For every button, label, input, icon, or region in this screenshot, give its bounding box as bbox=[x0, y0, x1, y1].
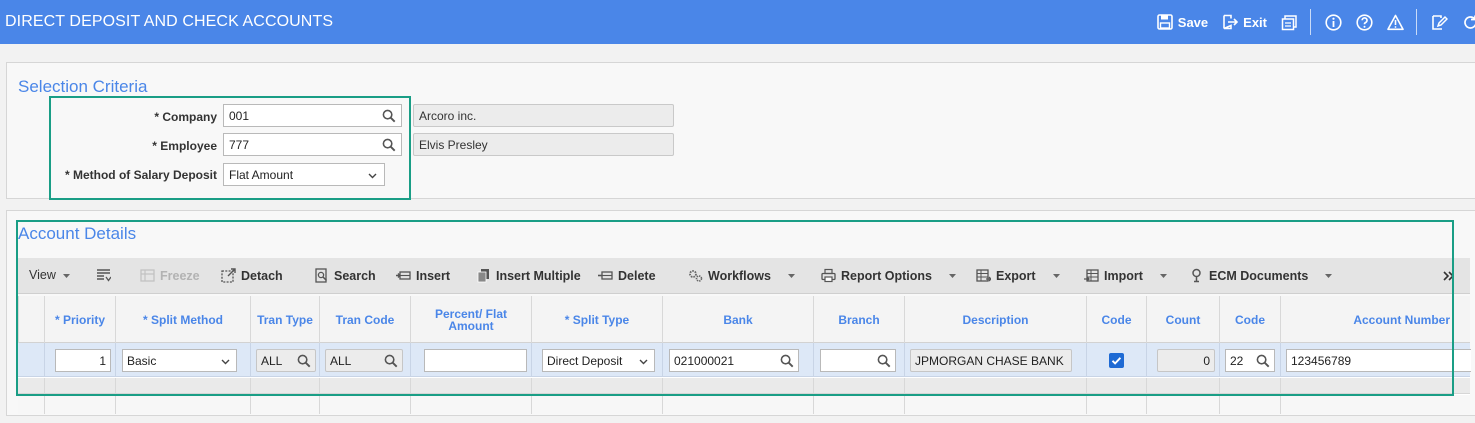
search-icon[interactable] bbox=[382, 109, 396, 123]
print-button[interactable] bbox=[1281, 14, 1298, 31]
company-input[interactable]: 001 bbox=[223, 104, 402, 127]
account-details-highlight-box bbox=[16, 220, 1454, 396]
grid-footer-row bbox=[18, 395, 1470, 414]
grid-divider bbox=[813, 395, 814, 414]
info-icon bbox=[1325, 13, 1342, 31]
question-icon bbox=[1356, 13, 1373, 31]
save-label: Save bbox=[1177, 14, 1209, 30]
grid-divider bbox=[662, 395, 663, 414]
print-preview-icon bbox=[1281, 14, 1297, 30]
employee-input[interactable]: 777 bbox=[223, 133, 402, 156]
warning-icon bbox=[1387, 14, 1404, 30]
save-button[interactable]: Save bbox=[1156, 14, 1209, 30]
grid-divider bbox=[1219, 395, 1220, 414]
company-name-field: Arcoro inc. bbox=[413, 104, 674, 127]
header-actions: Save Exit bbox=[1143, 0, 1475, 44]
method-value: Flat Amount bbox=[229, 168, 294, 182]
grid-divider bbox=[1280, 395, 1281, 414]
grid-divider bbox=[904, 395, 905, 414]
exit-label: Exit bbox=[1243, 14, 1267, 30]
header-divider bbox=[1310, 9, 1311, 35]
help-button[interactable] bbox=[1356, 13, 1373, 31]
floppy-disk-icon bbox=[1156, 14, 1173, 30]
header-divider-2 bbox=[1416, 9, 1417, 35]
method-label: * Method of Salary Deposit bbox=[64, 168, 217, 182]
page-title: DIRECT DEPOSIT AND CHECK ACCOUNTS bbox=[5, 13, 334, 30]
chevron-down-icon bbox=[368, 173, 377, 179]
grid-divider bbox=[319, 395, 320, 414]
company-value: 001 bbox=[229, 109, 250, 123]
grid-divider bbox=[531, 395, 532, 414]
refresh-button[interactable] bbox=[1462, 14, 1475, 31]
employee-label: * Employee bbox=[152, 139, 217, 153]
refresh-icon bbox=[1464, 15, 1475, 29]
grid-divider bbox=[410, 395, 411, 414]
notes-button[interactable] bbox=[1431, 14, 1448, 31]
grid-divider bbox=[44, 395, 45, 414]
exit-icon bbox=[1223, 14, 1239, 30]
edit-note-icon bbox=[1432, 14, 1448, 30]
employee-value: 777 bbox=[229, 138, 250, 152]
header-bar: DIRECT DEPOSIT AND CHECK ACCOUNTS Save E… bbox=[0, 0, 1475, 44]
selection-criteria-title: Selection Criteria bbox=[18, 77, 148, 96]
info-button[interactable] bbox=[1325, 13, 1342, 31]
employee-name-field: Elvis Presley bbox=[413, 133, 674, 156]
grid-divider bbox=[1086, 395, 1087, 414]
company-name: Arcoro inc. bbox=[419, 109, 477, 123]
grid-divider bbox=[1146, 395, 1147, 414]
search-icon[interactable] bbox=[382, 138, 396, 152]
grid-divider bbox=[115, 395, 116, 414]
grid-divider bbox=[250, 395, 251, 414]
company-label: * Company bbox=[154, 110, 217, 124]
alerts-button[interactable] bbox=[1387, 14, 1404, 31]
employee-name: Elvis Presley bbox=[419, 138, 488, 152]
exit-button[interactable]: Exit bbox=[1222, 14, 1267, 30]
method-select[interactable]: Flat Amount bbox=[223, 163, 385, 186]
